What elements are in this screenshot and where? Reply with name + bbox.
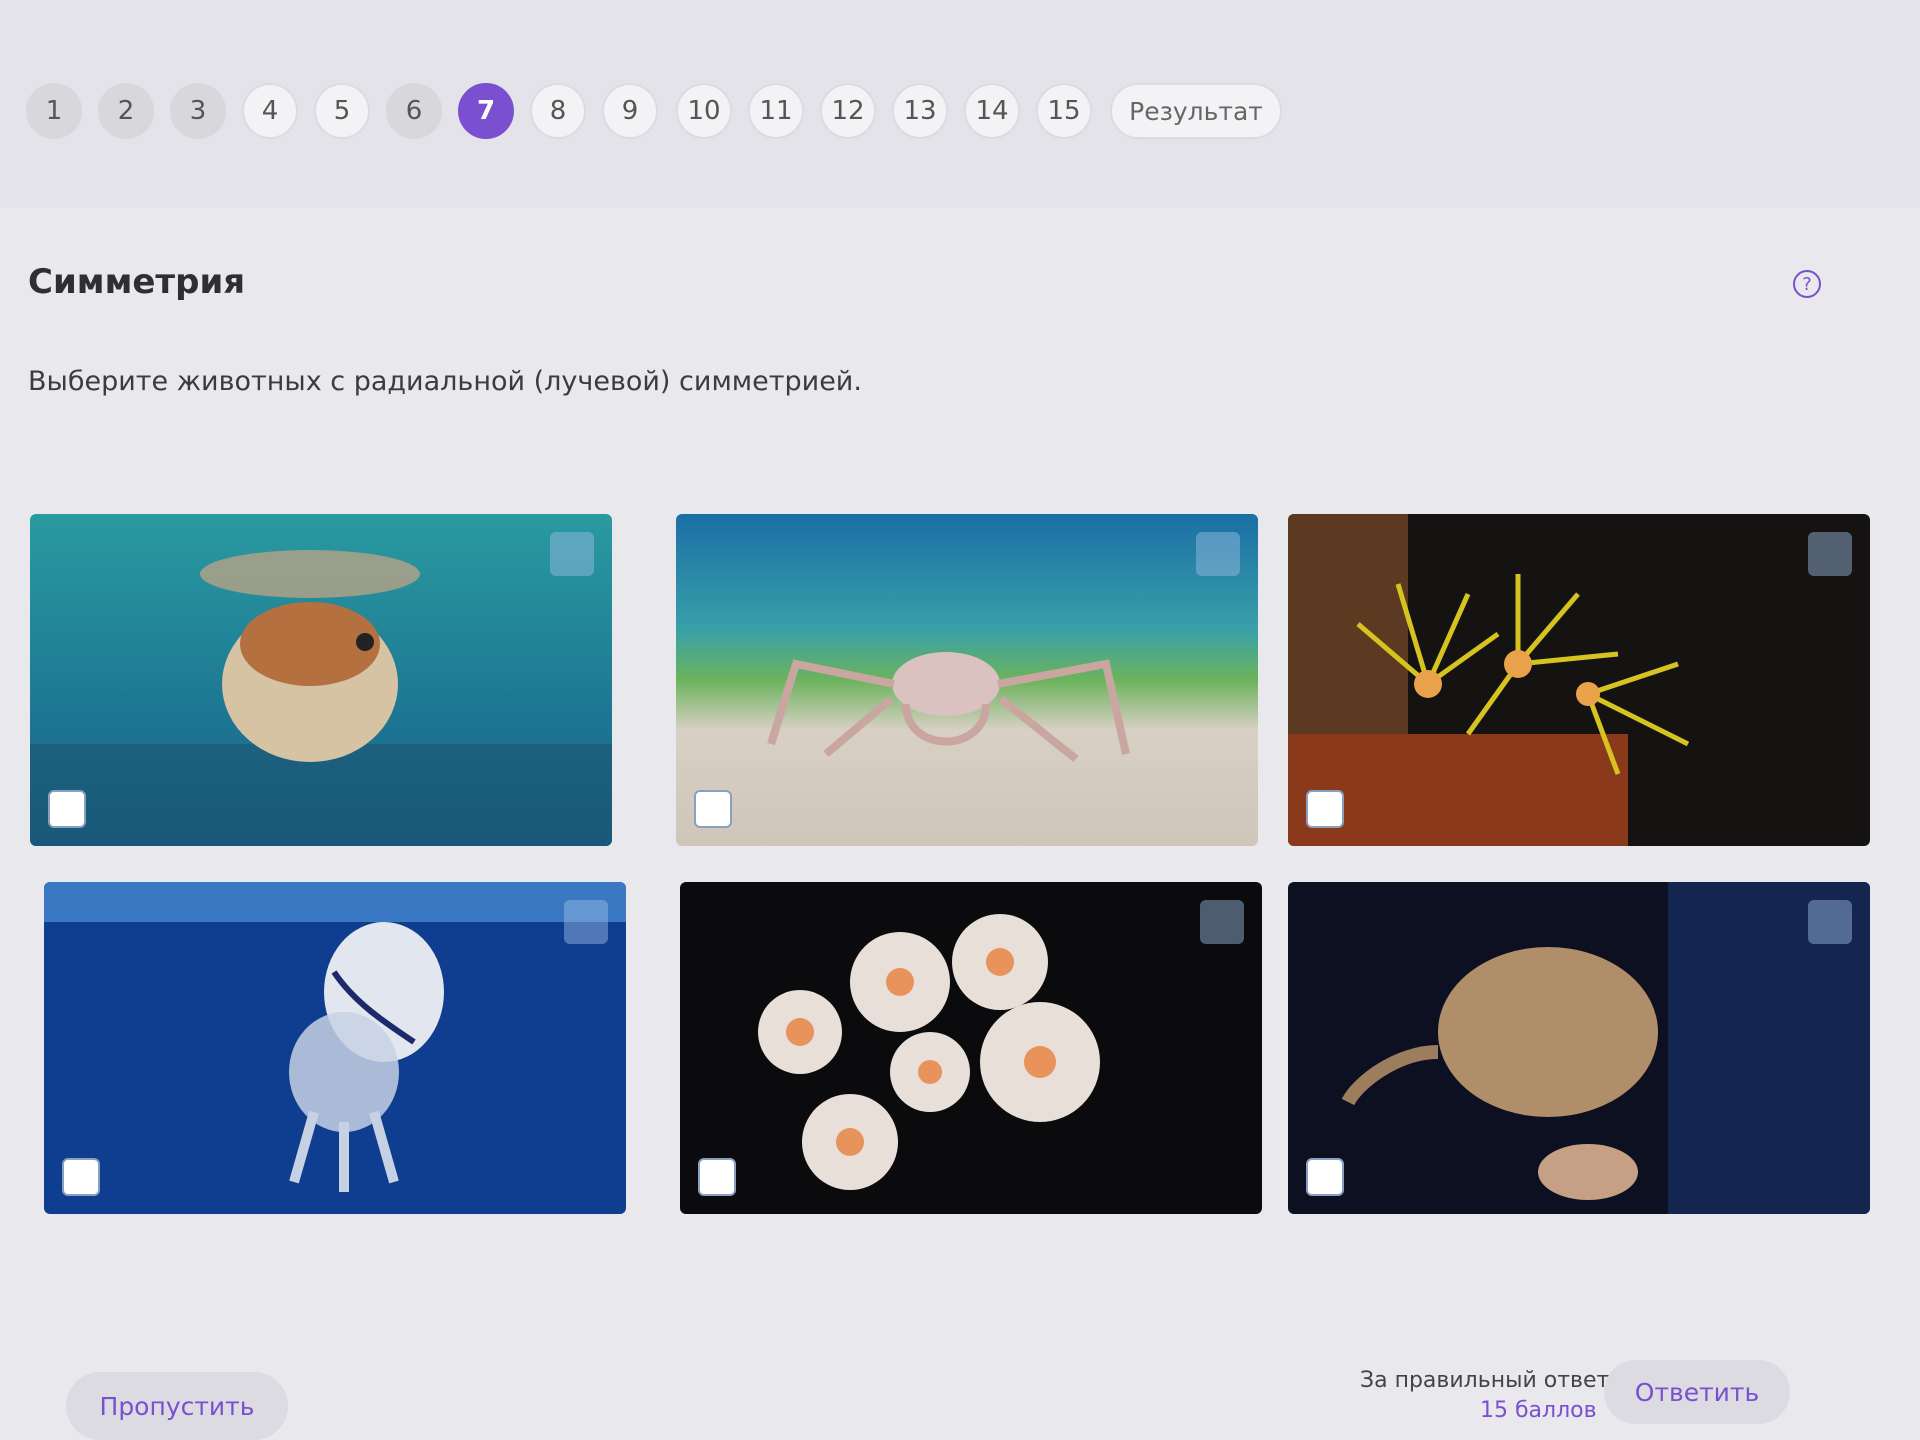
option-card-sea-anemones[interactable] bbox=[680, 882, 1262, 1214]
sea-anemones-photo bbox=[680, 882, 1262, 1214]
step-1[interactable]: 1 bbox=[26, 83, 82, 139]
option-checkbox[interactable] bbox=[1306, 790, 1344, 828]
step-9[interactable]: 9 bbox=[602, 83, 658, 139]
step-10[interactable]: 10 bbox=[676, 83, 732, 139]
step-14[interactable]: 14 bbox=[964, 83, 1020, 139]
step-15[interactable]: 15 bbox=[1036, 83, 1092, 139]
reward-points: 15 баллов bbox=[1480, 1398, 1597, 1423]
option-card-yellow-zoanthids[interactable] bbox=[1288, 514, 1870, 846]
electric-ray-photo bbox=[1288, 882, 1870, 1214]
option-checkbox[interactable] bbox=[62, 1158, 100, 1196]
option-card-jellyfish[interactable] bbox=[44, 882, 626, 1214]
skip-button[interactable]: Пропустить bbox=[66, 1372, 288, 1440]
option-card-spider-crab[interactable] bbox=[676, 514, 1258, 846]
step-12[interactable]: 12 bbox=[820, 83, 876, 139]
expand-icon[interactable] bbox=[1196, 532, 1240, 576]
step-5[interactable]: 5 bbox=[314, 83, 370, 139]
expand-icon[interactable] bbox=[550, 532, 594, 576]
step-6[interactable]: 6 bbox=[386, 83, 442, 139]
yellow-zoanthids-photo bbox=[1288, 514, 1870, 846]
step-11[interactable]: 11 bbox=[748, 83, 804, 139]
jellyfish-photo bbox=[44, 882, 626, 1214]
expand-icon[interactable] bbox=[564, 900, 608, 944]
question-title: Симметрия bbox=[28, 262, 246, 302]
step-8[interactable]: 8 bbox=[530, 83, 586, 139]
question-text: Выберите животных с радиальной (лучевой)… bbox=[28, 366, 862, 397]
step-13[interactable]: 13 bbox=[892, 83, 948, 139]
question-stepper: 1 2 3 4 5 6 7 8 9 10 11 12 13 14 15 Резу… bbox=[0, 0, 1920, 208]
help-icon[interactable]: ? bbox=[1793, 270, 1821, 298]
answer-button[interactable]: Ответить bbox=[1604, 1360, 1790, 1424]
option-checkbox[interactable] bbox=[698, 1158, 736, 1196]
step-4[interactable]: 4 bbox=[242, 83, 298, 139]
reward-label: За правильный ответ bbox=[1360, 1368, 1610, 1393]
step-2[interactable]: 2 bbox=[98, 83, 154, 139]
result-step[interactable]: Результат bbox=[1110, 83, 1282, 139]
option-card-electric-ray[interactable] bbox=[1288, 882, 1870, 1214]
expand-icon[interactable] bbox=[1808, 532, 1852, 576]
pufferfish-photo bbox=[30, 514, 612, 846]
step-7[interactable]: 7 bbox=[458, 83, 514, 139]
step-3[interactable]: 3 bbox=[170, 83, 226, 139]
option-checkbox[interactable] bbox=[48, 790, 86, 828]
spider-crab-photo bbox=[676, 514, 1258, 846]
option-checkbox[interactable] bbox=[1306, 1158, 1344, 1196]
expand-icon[interactable] bbox=[1200, 900, 1244, 944]
option-card-pufferfish[interactable] bbox=[30, 514, 612, 846]
option-checkbox[interactable] bbox=[694, 790, 732, 828]
expand-icon[interactable] bbox=[1808, 900, 1852, 944]
quiz-page: 1 2 3 4 5 6 7 8 9 10 11 12 13 14 15 Резу… bbox=[0, 0, 1920, 1440]
